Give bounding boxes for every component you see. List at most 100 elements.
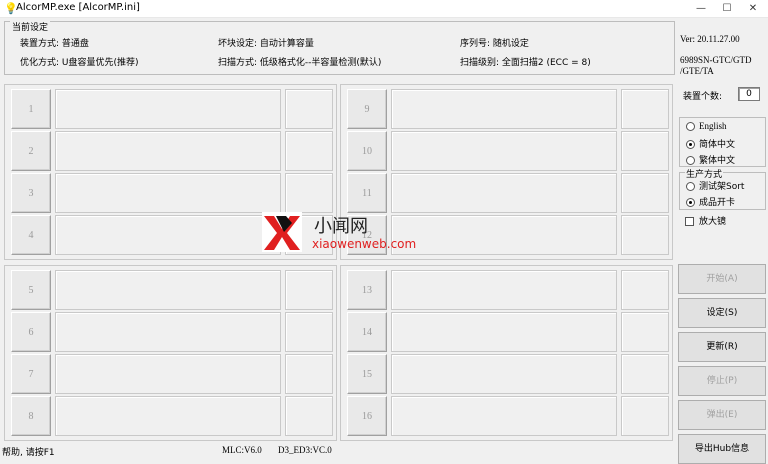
- production-option-sort[interactable]: 测试架Sort: [686, 179, 744, 192]
- slot-number: 2: [11, 131, 51, 171]
- production-label: 成品开卡: [699, 198, 736, 208]
- optimize-mode: 优化方式: U盘容量优先(推荐): [20, 58, 139, 68]
- device-slot: 15: [345, 354, 673, 394]
- slot-result: [285, 354, 333, 394]
- radio-icon: [686, 122, 695, 131]
- slot-result: [621, 173, 669, 213]
- device-slot: 6: [9, 312, 337, 352]
- slot-result: [285, 270, 333, 310]
- slot-result: [621, 396, 669, 436]
- settings-button[interactable]: 设定(S): [678, 298, 766, 328]
- slot-number: 5: [11, 270, 51, 310]
- slot-number: 15: [347, 354, 387, 394]
- slot-result: [621, 354, 669, 394]
- slot-number: 16: [347, 396, 387, 436]
- slot-status: [391, 312, 617, 352]
- lang-label: 繁体中文: [699, 156, 736, 166]
- slot-group-bottom-left: 5 6 7 8: [4, 265, 337, 441]
- status-d3: D3_ED3:VC.0: [278, 445, 332, 455]
- slot-result: [285, 173, 333, 213]
- slot-status: [391, 354, 617, 394]
- scan-mode: 扫描方式: 低级格式化--半容量检测(默认): [218, 58, 382, 68]
- slot-number: 10: [347, 131, 387, 171]
- version-label: Ver: 20.11.27.00: [680, 34, 740, 44]
- checkbox-icon: [685, 217, 694, 226]
- lang-label: English: [699, 121, 727, 131]
- slot-status: [391, 270, 617, 310]
- slot-status: [55, 312, 281, 352]
- slot-number: 1: [11, 89, 51, 129]
- slot-number: 3: [11, 173, 51, 213]
- slot-result: [285, 312, 333, 352]
- device-slot: 13: [345, 270, 673, 310]
- production-option-finished[interactable]: 成品开卡: [686, 195, 735, 208]
- slot-status: [391, 396, 617, 436]
- device-slot: 11: [345, 173, 673, 213]
- chip-model-line1: 6989SN-GTC/GTD: [680, 55, 752, 65]
- production-label: 测试架Sort: [699, 182, 745, 192]
- refresh-button[interactable]: 更新(R): [678, 332, 766, 362]
- watermark-cn-text: 小闻网: [314, 216, 368, 237]
- device-slot: 8: [9, 396, 337, 436]
- slot-result: [285, 131, 333, 171]
- device-count-label: 装置个数:: [683, 92, 723, 102]
- radio-selected-icon: [686, 140, 695, 149]
- slot-result: [621, 312, 669, 352]
- slot-status: [55, 270, 281, 310]
- radio-icon: [686, 156, 695, 165]
- slot-number: 13: [347, 270, 387, 310]
- radio-selected-icon: [686, 198, 695, 207]
- settings-legend: 当前设定: [10, 20, 51, 33]
- radio-icon: [686, 182, 695, 191]
- slot-number: 7: [11, 354, 51, 394]
- serial-setting: 序列号: 随机设定: [460, 39, 529, 49]
- slot-status: [55, 89, 281, 129]
- language-group: English 简体中文 繁体中文: [679, 117, 766, 167]
- eject-button[interactable]: 弹出(E): [678, 400, 766, 430]
- slot-status: [55, 396, 281, 436]
- title-bar: 💡 AlcorMP.exe [AlcorMP.ini] — ☐ ✕: [0, 0, 768, 18]
- start-button[interactable]: 开始(A): [678, 264, 766, 294]
- watermark-en-text: xiaowenweb.com: [312, 237, 417, 251]
- status-help: 帮助, 请按F1: [2, 448, 55, 458]
- minimize-button[interactable]: —: [688, 1, 714, 17]
- slot-status: [391, 89, 617, 129]
- device-slot: 7: [9, 354, 337, 394]
- slot-status: [391, 131, 617, 171]
- device-slot: 5: [9, 270, 337, 310]
- slot-status: [55, 354, 281, 394]
- lang-option-simplified[interactable]: 简体中文: [686, 137, 735, 150]
- slot-status: [55, 215, 281, 255]
- slot-result: [621, 131, 669, 171]
- device-slot: 1: [9, 89, 337, 129]
- slot-number: 6: [11, 312, 51, 352]
- export-hub-button[interactable]: 导出Hub信息: [678, 434, 766, 464]
- lang-option-english[interactable]: English: [686, 121, 727, 132]
- device-slot: 14: [345, 312, 673, 352]
- slot-number: 8: [11, 396, 51, 436]
- lang-option-traditional[interactable]: 繁体中文: [686, 153, 735, 166]
- scan-level: 扫描级别: 全面扫描2 (ECC = 8): [460, 58, 591, 68]
- watermark: 小闻网 xiaowenweb.com: [262, 212, 432, 256]
- magnifier-checkbox[interactable]: 放大镜: [685, 214, 726, 227]
- slot-result: [621, 215, 669, 255]
- slot-status: [55, 131, 281, 171]
- slot-number: 4: [11, 215, 51, 255]
- window-title: AlcorMP.exe [AlcorMP.ini]: [16, 2, 140, 13]
- slot-result: [621, 89, 669, 129]
- chip-model-line2: /GTE/TA: [680, 66, 714, 76]
- device-slot: 16: [345, 396, 673, 436]
- magnifier-label: 放大镜: [699, 217, 727, 227]
- slot-result: [285, 89, 333, 129]
- slot-number: 9: [347, 89, 387, 129]
- production-mode-group: 生产方式 测试架Sort 成品开卡: [679, 167, 766, 210]
- device-slot: 9: [345, 89, 673, 129]
- device-mode: 装置方式: 普通盘: [20, 39, 89, 49]
- slot-result: [621, 270, 669, 310]
- stop-button[interactable]: 停止(P): [678, 366, 766, 396]
- device-slot: 2: [9, 131, 337, 171]
- watermark-logo-icon: [262, 212, 302, 252]
- close-button[interactable]: ✕: [740, 1, 766, 17]
- device-slot: 3: [9, 173, 337, 213]
- maximize-button[interactable]: ☐: [714, 1, 740, 17]
